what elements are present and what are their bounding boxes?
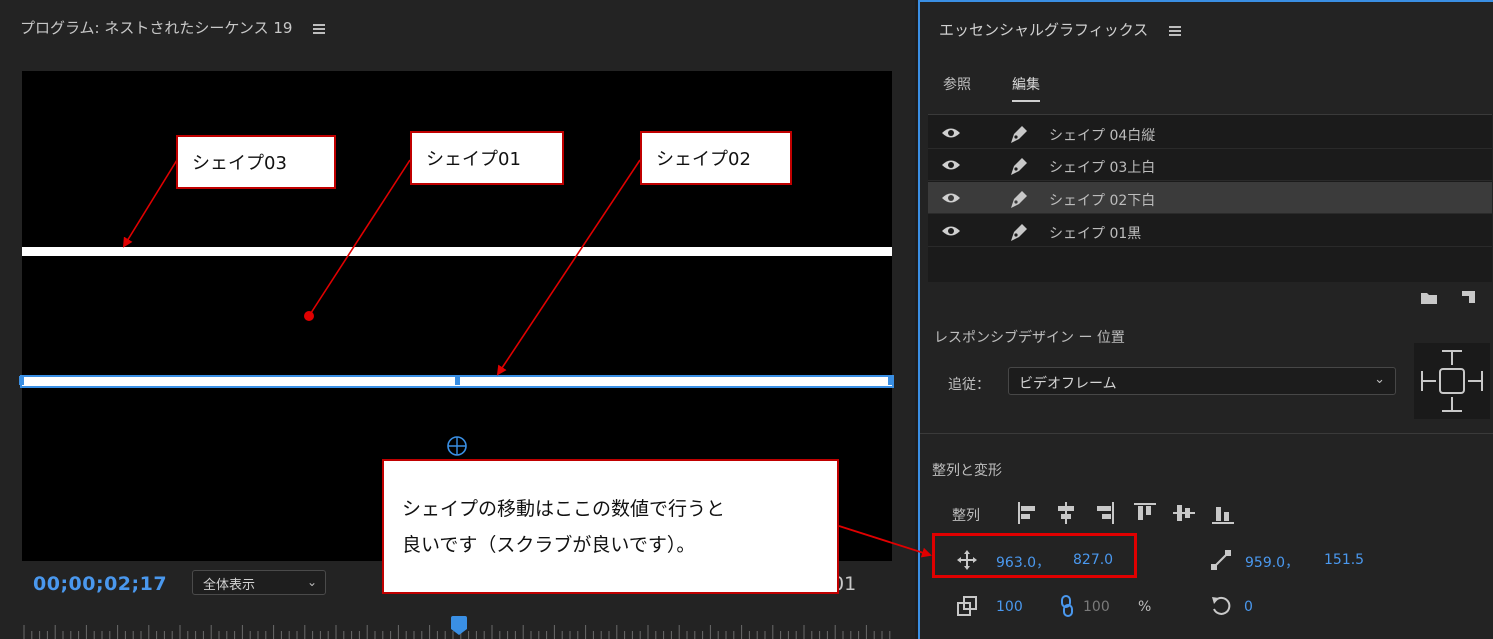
rotation-icon xyxy=(1212,596,1231,615)
playhead-marker[interactable] xyxy=(451,616,467,635)
layer-list: シェイプ 04白縦 シェイプ 03上白 シェイプ 02下白 シェイプ 01黒 xyxy=(928,114,1492,282)
layer-name: シェイプ 03上白 xyxy=(1049,160,1156,176)
pen-icon xyxy=(1011,126,1027,143)
follow-label: 追従： xyxy=(948,377,990,393)
callout-shape03: シェイプ03 xyxy=(176,135,336,189)
selection-handle-left[interactable] xyxy=(19,376,24,385)
responsive-design-title: レスポンシブデザイン ー 位置 xyxy=(934,330,1125,346)
essential-graphics-panel: エッセンシャルグラフィックス 参照 編集 シェイプ 04白縦 シェイプ 03上白… xyxy=(918,0,1493,639)
scale-value[interactable]: 100 xyxy=(996,599,1023,615)
align-horizontal-center-icon[interactable] xyxy=(1054,500,1078,526)
zoom-level-select[interactable]: 全体表示 ⌄ xyxy=(192,570,326,595)
anchor-point-transform-icon xyxy=(1211,550,1231,570)
align-label: 整列 xyxy=(952,508,980,524)
callout-shape02: シェイプ02 xyxy=(640,131,792,185)
position-x-value[interactable]: 963.0， xyxy=(996,552,1050,572)
eye-icon[interactable] xyxy=(941,191,961,205)
rotation-value[interactable]: 0 xyxy=(1244,599,1253,615)
align-right-icon[interactable] xyxy=(1093,500,1117,526)
layer-name: シェイプ 01黒 xyxy=(1049,226,1142,242)
chevron-down-icon: ⌄ xyxy=(1374,372,1385,387)
new-group-folder-icon[interactable] xyxy=(1420,291,1438,305)
pen-icon xyxy=(1011,158,1027,175)
eg-title-text: エッセンシャルグラフィックス xyxy=(939,21,1149,39)
section-divider xyxy=(920,433,1493,434)
anchor-y-value[interactable]: 151.5 xyxy=(1324,552,1364,568)
layer-name: シェイプ 04白縦 xyxy=(1049,128,1156,144)
tab-edit[interactable]: 編集 xyxy=(1012,74,1040,102)
position-y-value[interactable]: 827.0 xyxy=(1073,552,1113,568)
playhead-timecode[interactable]: 00;00;02;17 xyxy=(33,573,167,595)
layer-item-selected[interactable]: シェイプ 02下白 xyxy=(928,182,1492,214)
align-left-icon[interactable] xyxy=(1015,500,1039,526)
follow-select[interactable]: ビデオフレーム ⌄ xyxy=(1008,367,1396,395)
selection-handle-center[interactable] xyxy=(455,376,460,385)
layer-item[interactable]: シェイプ 01黒 xyxy=(928,215,1492,247)
panel-menu-icon[interactable] xyxy=(313,23,326,34)
layer-name: シェイプ 02下白 xyxy=(1049,193,1156,209)
link-icon[interactable] xyxy=(1056,595,1078,617)
layer-item[interactable]: シェイプ 03上白 xyxy=(928,149,1492,181)
callout-tip-line2: 良いです（スクラブが良いです）。 xyxy=(402,534,696,556)
position-move-icon xyxy=(957,550,977,570)
scale-linked-value: 100 xyxy=(1083,599,1110,615)
scale-icon xyxy=(957,596,977,616)
callout-tip-line1: シェイプの移動はここの数値で行うと xyxy=(402,498,726,520)
anchor-point-icon[interactable] xyxy=(446,435,468,457)
align-top-icon[interactable] xyxy=(1133,500,1157,526)
new-layer-icon[interactable] xyxy=(1460,290,1478,304)
align-vertical-center-icon[interactable] xyxy=(1172,500,1196,526)
shape03-white-bar[interactable] xyxy=(22,247,892,256)
pen-icon xyxy=(1011,191,1027,208)
zoom-level-value: 全体表示 xyxy=(203,578,256,593)
pen-icon xyxy=(1011,224,1027,241)
anchor-x-value[interactable]: 959.0， xyxy=(1245,552,1299,572)
selection-handle-right[interactable] xyxy=(888,376,893,385)
scale-unit: % xyxy=(1138,599,1152,615)
callout-tip: シェイプの移動はここの数値で行うと 良いです（スクラブが良いです）。 xyxy=(382,459,839,594)
pin-to-edges-icon[interactable] xyxy=(1414,343,1490,419)
follow-select-value: ビデオフレーム xyxy=(1019,376,1117,392)
chevron-down-icon: ⌄ xyxy=(306,575,317,589)
tab-browse[interactable]: 参照 xyxy=(943,74,971,94)
callout-shape01: シェイプ01 xyxy=(410,131,564,185)
layer-item[interactable]: シェイプ 04白縦 xyxy=(928,117,1492,149)
program-title-text: プログラム: ネストされたシーケンス 19 xyxy=(20,19,293,37)
eye-icon[interactable] xyxy=(941,158,961,172)
align-transform-title: 整列と変形 xyxy=(932,463,1002,479)
align-bottom-icon[interactable] xyxy=(1211,500,1235,526)
panel-menu-icon[interactable] xyxy=(1169,25,1182,36)
essential-graphics-title[interactable]: エッセンシャルグラフィックス xyxy=(939,19,1182,40)
eye-icon[interactable] xyxy=(941,224,961,238)
program-monitor-title[interactable]: プログラム: ネストされたシーケンス 19 xyxy=(20,17,326,38)
eye-icon[interactable] xyxy=(941,126,961,140)
